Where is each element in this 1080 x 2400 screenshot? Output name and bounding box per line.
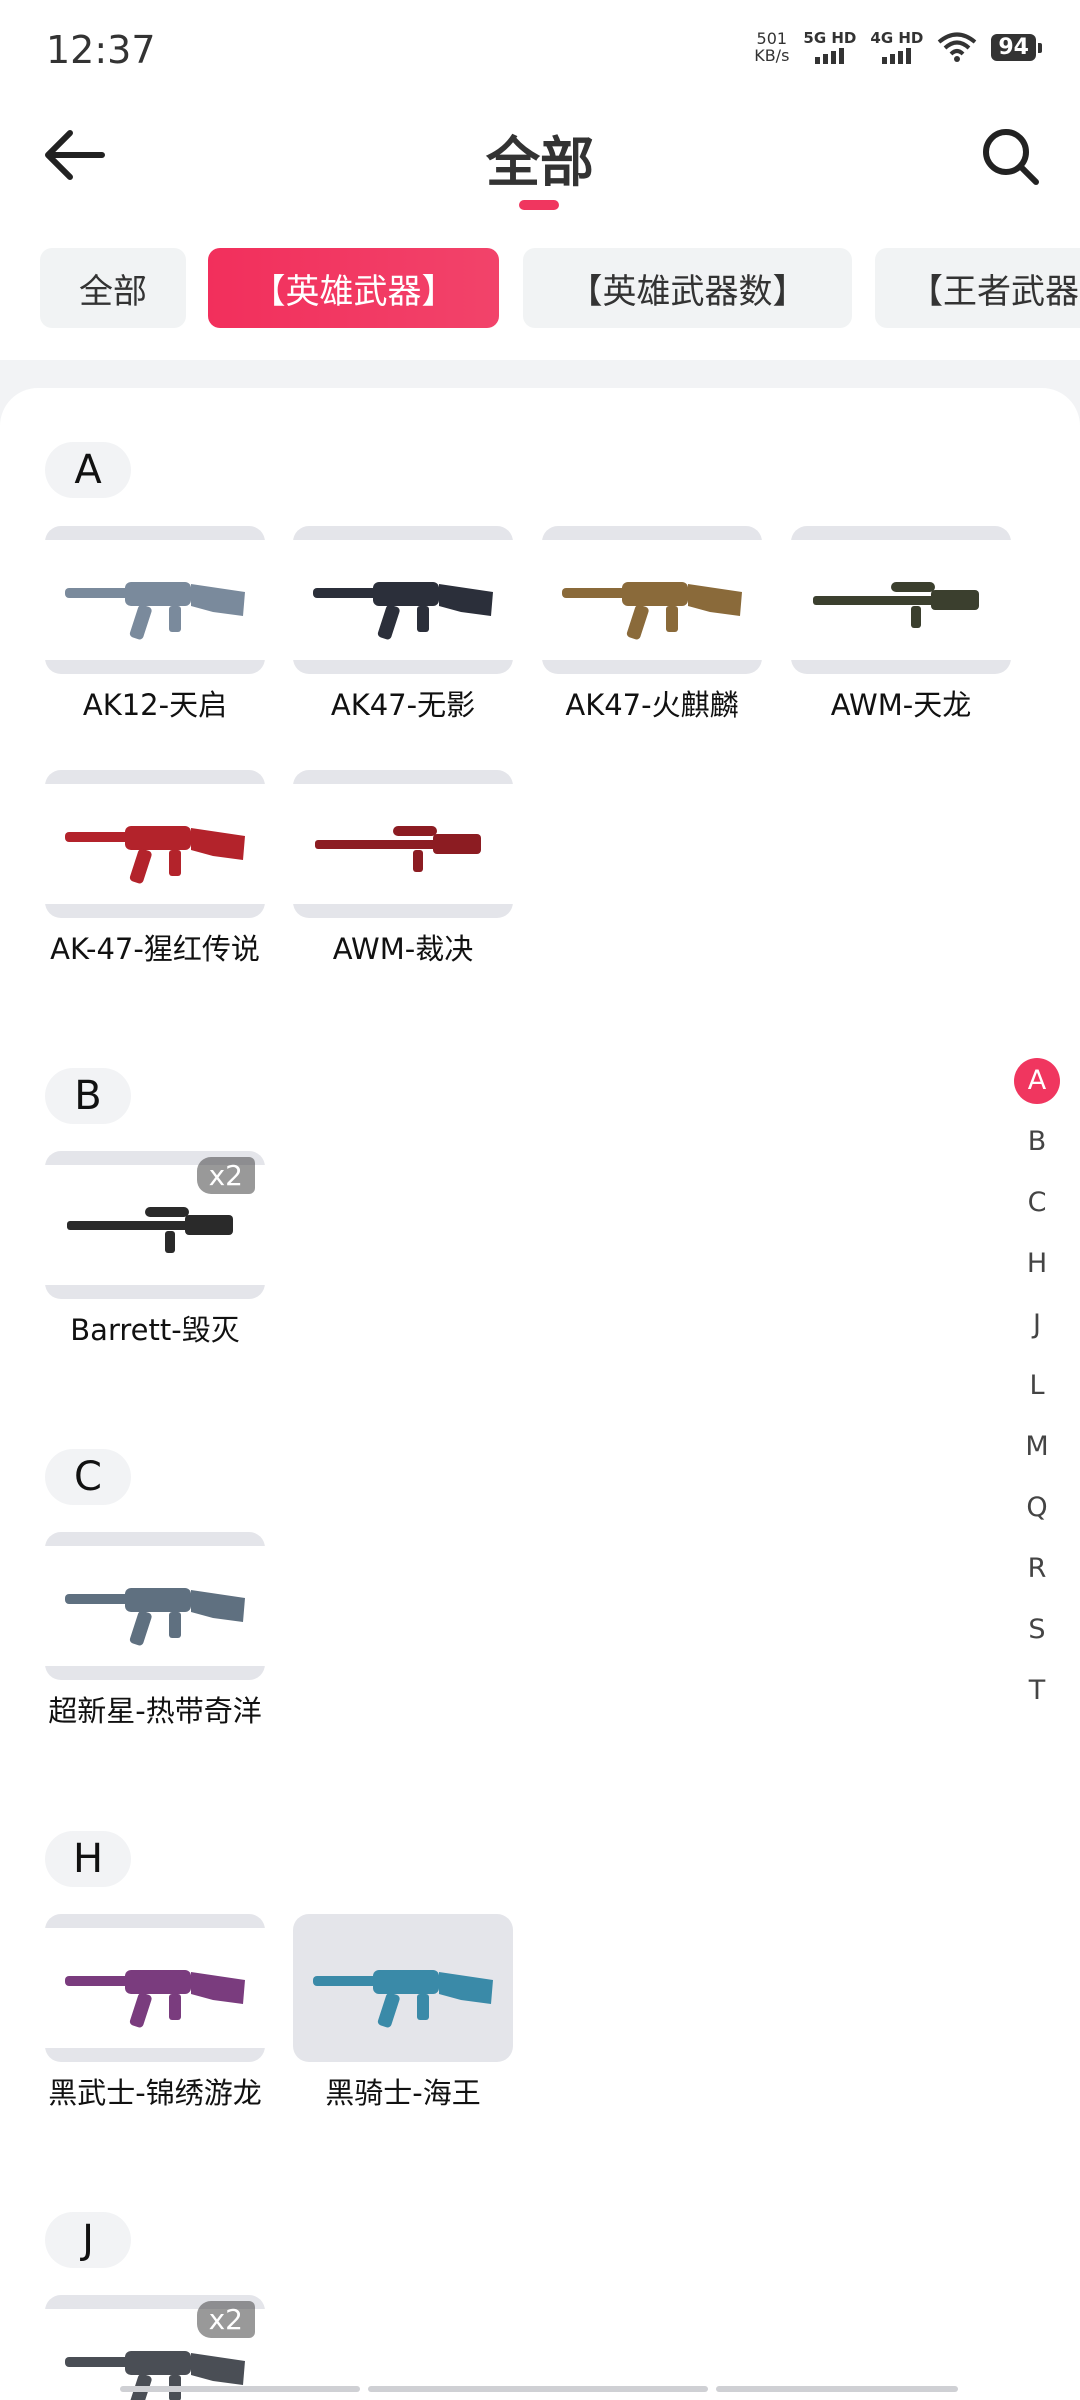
index-letter-a[interactable]: A (1012, 1050, 1062, 1111)
weapon-thumbnail (293, 526, 513, 674)
index-letter-l[interactable]: L (1012, 1355, 1062, 1416)
weapon-card[interactable]: AWM-天龙 (791, 526, 1011, 722)
section-header-h: H (45, 1831, 131, 1887)
filter-chip-all[interactable]: 全部 (40, 248, 186, 328)
net-speed: 501 KB/s (754, 30, 789, 64)
rifle-image (65, 582, 245, 640)
index-letter-t[interactable]: T (1012, 1660, 1062, 1721)
net-speed-value: 501 (756, 29, 788, 48)
weapon-card[interactable]: 超新星-热带奇洋 (45, 1532, 265, 1728)
sim1-signal: 5G HD (803, 30, 856, 64)
wifi-icon (938, 32, 977, 62)
weapon-name: 黑武士-锦绣游龙 (48, 2076, 262, 2110)
weapon-name: Barrett-毁灭 (70, 1313, 240, 1347)
weapon-name: 超新星-热带奇洋 (48, 1694, 262, 1728)
weapon-card[interactable]: x2 (45, 2295, 265, 2400)
filter-tabs: 全部 【英雄武器】 【英雄武器数】 【王者武器 (0, 220, 1080, 360)
weapon-name: AK47-无影 (330, 688, 476, 722)
index-letter-m[interactable]: M (1012, 1416, 1062, 1477)
weapon-thumbnail (293, 1914, 513, 2062)
section-header-b: B (45, 1068, 131, 1124)
weapon-thumbnail: x2 (45, 2295, 265, 2400)
rifle-image (65, 1588, 245, 1646)
weapon-thumbnail (45, 1914, 265, 2062)
section-header-a: A (45, 442, 131, 498)
weapon-card[interactable]: 黑骑士-海王 (293, 1914, 513, 2110)
weapon-name: 黑骑士-海王 (325, 2076, 481, 2110)
sim2-label: 4G HD (870, 29, 924, 47)
quantity-badge: x2 (196, 1157, 255, 1194)
weapon-name: AWM-天龙 (830, 688, 972, 722)
index-letter-b[interactable]: B (1012, 1111, 1062, 1172)
weapon-card[interactable]: AK-47-猩红传说 (45, 770, 265, 966)
weapon-name: AK12-天启 (82, 688, 228, 722)
sniper-image (315, 826, 481, 872)
filter-chip-hero-weapon-count[interactable]: 【英雄武器数】 (523, 248, 852, 328)
index-letter-s[interactable]: S (1012, 1599, 1062, 1660)
weapon-card[interactable]: AWM-裁决 (293, 770, 513, 966)
index-letter-j[interactable]: J (1012, 1294, 1062, 1355)
weapon-thumbnail (293, 770, 513, 918)
top-app-bar: 全部 (0, 100, 1080, 220)
sim2-signal: 4G HD (870, 30, 923, 64)
alphabet-index[interactable]: A B C H J L M Q R S T (1012, 1050, 1062, 1721)
sim1-bars-icon (815, 46, 845, 64)
weapon-name: AK47-火麒麟 (565, 688, 739, 722)
battery-indicator: 94 (991, 33, 1042, 61)
weapon-card[interactable]: AK47-火麒麟 (542, 526, 762, 722)
weapon-name: AWM-裁决 (332, 932, 474, 966)
search-icon (983, 129, 1039, 185)
title-indicator (519, 200, 559, 210)
index-letter-c[interactable]: C (1012, 1172, 1062, 1233)
weapon-thumbnail (45, 526, 265, 674)
weapon-card[interactable]: x2 Barrett-毁灭 (45, 1151, 265, 1347)
status-icons: 501 KB/s 5G HD 4G HD 94 (754, 30, 1042, 64)
weapon-thumbnail (45, 770, 265, 918)
section-header-c: C (45, 1449, 131, 1505)
net-speed-unit: KB/s (754, 46, 790, 65)
rifle-image (65, 1970, 245, 2028)
index-letter-q[interactable]: Q (1012, 1477, 1062, 1538)
weapon-thumbnail (542, 526, 762, 674)
filter-chip-king-weapons[interactable]: 【王者武器 (875, 248, 1080, 328)
weapon-name: AK-47-猩红传说 (50, 932, 260, 966)
index-letter-h[interactable]: H (1012, 1233, 1062, 1294)
status-time: 12:37 (46, 28, 156, 72)
weapon-card[interactable]: 黑武士-锦绣游龙 (45, 1914, 265, 2110)
search-button[interactable] (978, 124, 1042, 188)
sim2-bars-icon (882, 46, 912, 64)
sim1-label: 5G HD (803, 29, 857, 47)
divider (0, 360, 1080, 390)
weapon-card[interactable]: AK12-天启 (45, 526, 265, 722)
weapon-card[interactable]: AK47-无影 (293, 526, 513, 722)
status-bar: 12:37 501 KB/s 5G HD 4G HD 94 (0, 0, 1080, 100)
weapon-thumbnail (45, 1532, 265, 1680)
rifle-image (313, 1970, 493, 2028)
weapon-thumbnail: x2 (45, 1151, 265, 1299)
page-title: 全部 (486, 131, 594, 194)
rifle-image (65, 826, 245, 884)
scroll-indicator (120, 2386, 958, 2392)
section-header-j: J (45, 2212, 131, 2268)
weapon-thumbnail (791, 526, 1011, 674)
weapon-list[interactable]: A AK12-天启 AK47-无影 AK47-火麒麟 AWM-天龙 AK-47-… (0, 388, 1080, 2400)
quantity-badge: x2 (196, 2301, 255, 2338)
index-letter-a-label: A (1014, 1057, 1060, 1104)
index-letter-r[interactable]: R (1012, 1538, 1062, 1599)
rifle-image (562, 582, 742, 640)
sniper-image (813, 582, 979, 628)
rifle-image (313, 582, 493, 640)
filter-chip-hero-weapons[interactable]: 【英雄武器】 (208, 248, 499, 328)
